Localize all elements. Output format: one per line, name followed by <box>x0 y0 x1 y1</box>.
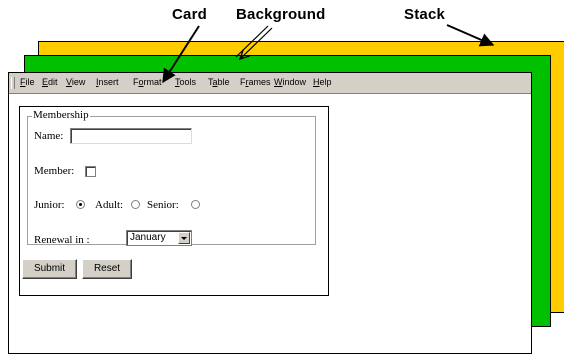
reset-button[interactable]: Reset <box>82 259 132 279</box>
menu-grip-icon <box>11 77 15 89</box>
fieldset-legend: Membership <box>32 109 90 121</box>
card-callout-label: Card <box>172 6 207 23</box>
stack-callout-label: Stack <box>404 6 446 23</box>
card-window: File Edit View Insert Format Tools Table Frames… <box>8 72 532 354</box>
background-callout-label: Background <box>236 6 326 23</box>
menu-item-table[interactable]: Table <box>208 77 230 87</box>
junior-radio[interactable] <box>76 200 85 209</box>
membership-fieldset: Membership Name: Member: Junior: Adult: … <box>27 109 316 246</box>
name-label: Name: <box>34 130 64 142</box>
renewal-selected-value: January <box>130 232 166 243</box>
name-input[interactable] <box>70 128 192 144</box>
member-label: Member: <box>34 165 75 177</box>
menu-bar: File Edit View Insert Format Tools Table Frames… <box>9 73 531 94</box>
membership-form-card: Membership Name: Member: Junior: Adult: … <box>19 106 329 296</box>
junior-label: Junior: <box>34 199 65 211</box>
menu-item-view[interactable]: View <box>66 77 85 87</box>
menu-item-tools[interactable]: Tools <box>175 77 196 87</box>
menu-item-edit[interactable]: Edit <box>42 77 58 87</box>
menu-item-help[interactable]: Help <box>313 77 332 87</box>
menu-item-window[interactable]: Window <box>274 77 306 87</box>
submit-button[interactable]: Submit <box>22 259 77 279</box>
menu-item-format[interactable]: Format <box>133 77 162 87</box>
menu-item-insert[interactable]: Insert <box>96 77 119 87</box>
adult-label: Adult: <box>95 199 124 211</box>
senior-label: Senior: <box>147 199 179 211</box>
menu-item-frames[interactable]: Frames <box>240 77 271 87</box>
senior-radio[interactable] <box>191 200 200 209</box>
adult-radio[interactable] <box>131 200 140 209</box>
chevron-down-icon[interactable] <box>178 232 190 244</box>
renewal-label: Renewal in : <box>34 234 90 246</box>
renewal-month-select[interactable]: January <box>126 230 192 246</box>
menu-item-file[interactable]: File <box>20 77 35 87</box>
member-checkbox[interactable] <box>85 166 96 177</box>
